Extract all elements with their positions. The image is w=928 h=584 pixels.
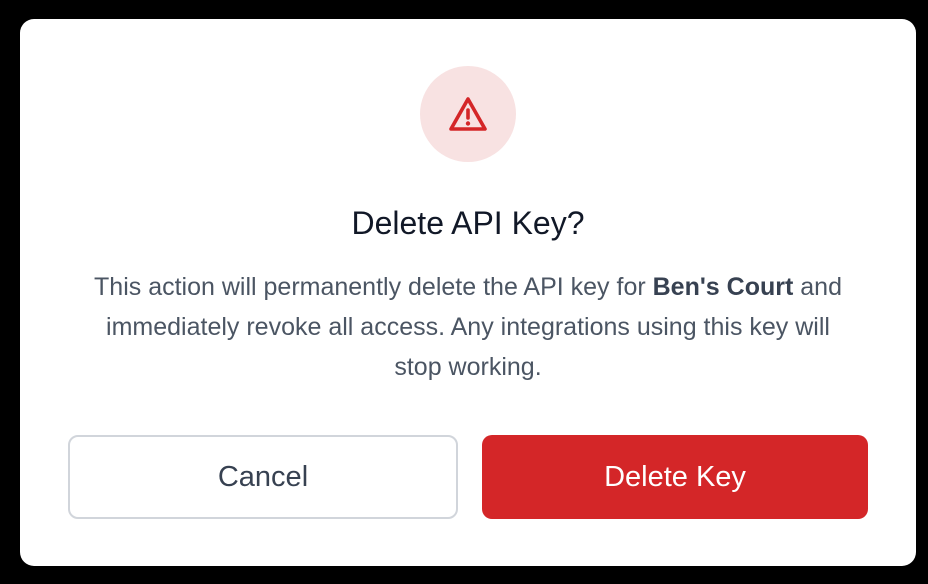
message-text-before: This action will permanently delete the …: [94, 273, 653, 301]
delete-api-key-dialog: Delete API Key? This action will permane…: [20, 19, 916, 566]
warning-icon-badge: [420, 66, 516, 162]
api-key-owner-name: Ben's Court: [652, 273, 794, 301]
warning-triangle-icon: [449, 97, 487, 131]
dialog-title: Delete API Key?: [351, 205, 585, 241]
delete-key-button[interactable]: Delete Key: [482, 435, 868, 519]
dialog-message: This action will permanently delete the …: [80, 267, 856, 387]
cancel-button[interactable]: Cancel: [68, 435, 458, 519]
